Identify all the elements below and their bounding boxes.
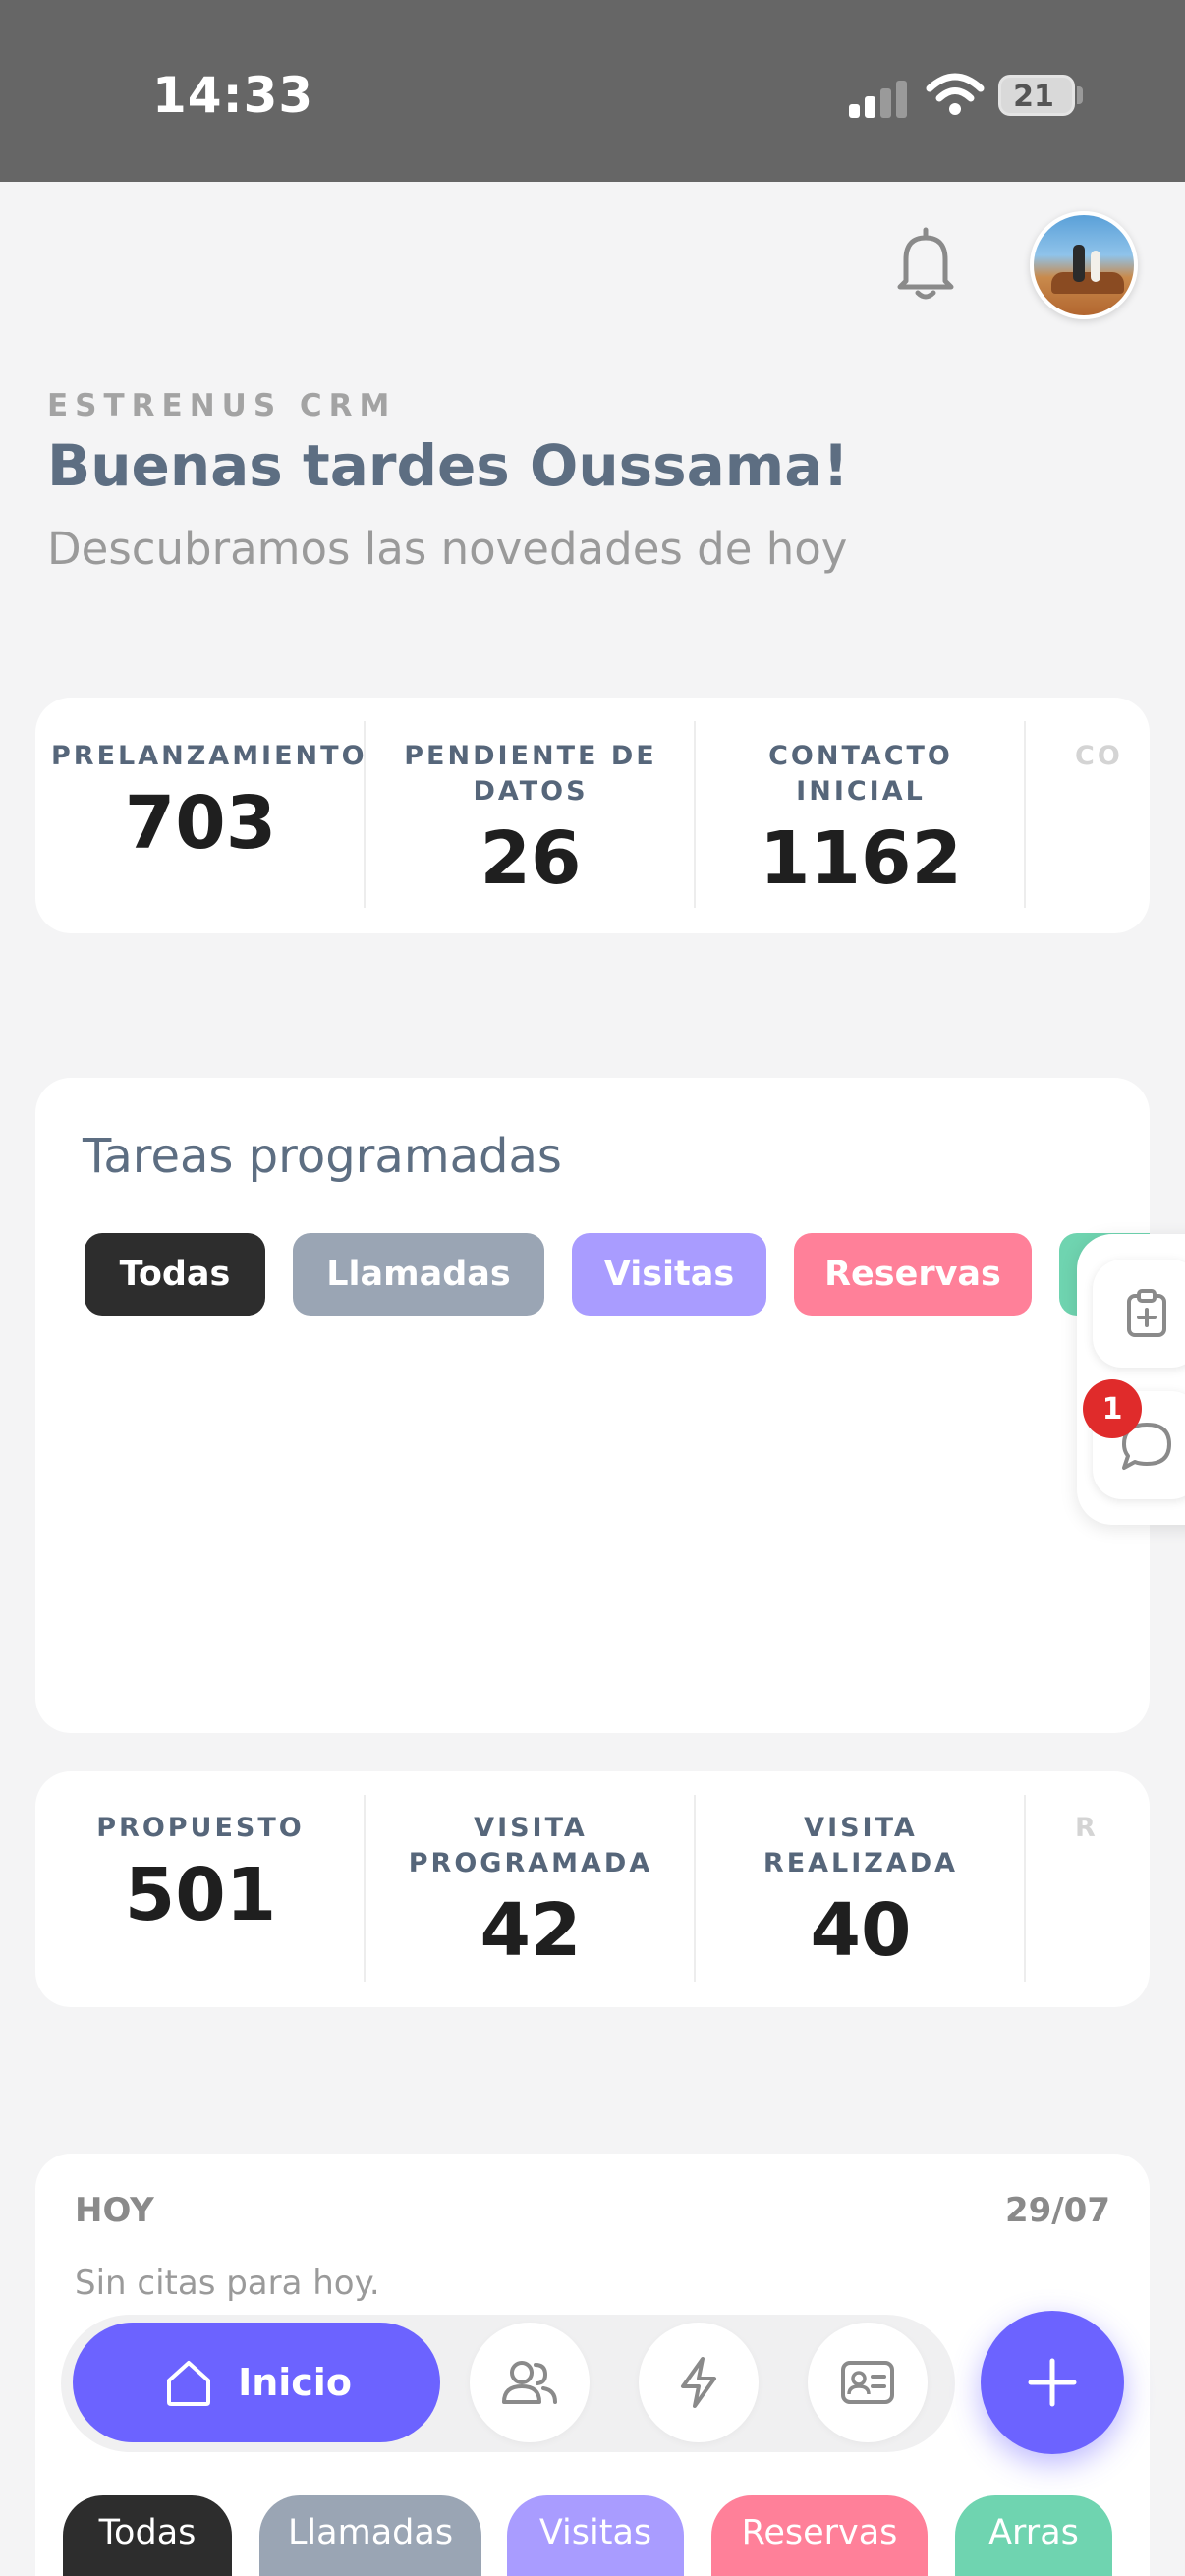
stat-label: VISITA PROGRAMADA [408, 1813, 653, 1878]
greeting-title: Buenas tardes Oussama! [47, 432, 849, 499]
stat-value: 1162 [760, 816, 962, 901]
stat-partial[interactable]: CO [1026, 721, 1150, 908]
stat-pendiente-de-datos[interactable]: PENDIENTE DE DATOS 26 [366, 721, 696, 908]
stat-contacto-inicial[interactable]: CONTACTO INICIAL 1162 [696, 721, 1026, 908]
nav-home-label: Inicio [238, 2361, 352, 2404]
stage-stats-card[interactable]: PROPUESTO 501 VISITA PROGRAMADA 42 VISIT… [35, 1771, 1150, 2007]
id-card-icon [841, 2361, 894, 2404]
status-time: 14:33 [152, 67, 314, 124]
filter-chip-todas[interactable]: Todas [85, 1233, 265, 1316]
stat-value: 501 [124, 1853, 277, 1937]
clipboard-add-icon [1127, 1289, 1166, 1337]
nav-activity-button[interactable] [639, 2323, 759, 2442]
plus-icon [1028, 2358, 1077, 2407]
stat-label: PRELANZAMIENTO [51, 741, 367, 771]
pipeline-stats-card[interactable]: PRELANZAMIENTO 703 PENDIENTE DE DATOS 26… [35, 698, 1150, 933]
stat-label: PENDIENTE DE DATOS [404, 741, 657, 807]
side-tools-panel [1077, 1234, 1185, 1525]
stat-propuesto[interactable]: PROPUESTO 501 [35, 1795, 366, 1982]
bell-icon[interactable] [890, 226, 961, 303]
today-empty-message: Sin citas para hoy. [75, 2264, 380, 2303]
today-date: 29/07 [1004, 2191, 1110, 2230]
stat-value: 26 [480, 816, 582, 901]
nav-contact-card-button[interactable] [808, 2323, 928, 2442]
battery-level: 21 [1013, 80, 1054, 114]
avatar[interactable] [1030, 211, 1138, 319]
battery-tip [1077, 86, 1083, 104]
battery-icon: 21 [998, 75, 1075, 116]
stat-partial[interactable]: R [1026, 1795, 1150, 1982]
stat-label: R [1075, 1813, 1099, 1843]
stat-visita-realizada[interactable]: VISITA REALIZADA 40 [696, 1795, 1026, 1982]
bottom-filter-arras[interactable]: Arras [955, 2495, 1112, 2576]
stat-label: CONTACTO INICIAL [768, 741, 953, 807]
greeting-subtitle: Descubramos las novedades de hoy [47, 523, 848, 575]
bottom-filter-reservas[interactable]: Reservas [711, 2495, 928, 2576]
today-label: HOY [75, 2191, 154, 2230]
bottom-filter-todas[interactable]: Todas [63, 2495, 232, 2576]
scheduled-tasks-title: Tareas programadas [83, 1129, 562, 1184]
chat-notification-badge: 1 [1083, 1379, 1142, 1438]
avatar-photo-person [1073, 245, 1085, 282]
stat-visita-programada[interactable]: VISITA PROGRAMADA 42 [366, 1795, 696, 1982]
wifi-icon [926, 73, 985, 115]
stat-label: VISITA REALIZADA [762, 1813, 959, 1878]
filter-chip-visitas[interactable]: Visitas [572, 1233, 766, 1316]
status-bar: 14:33 21 [0, 0, 1185, 182]
add-task-button[interactable] [1093, 1260, 1185, 1368]
scheduled-tasks-card: Tareas programadas Todas Llamadas Visita… [35, 1078, 1150, 1733]
nav-contacts-button[interactable] [470, 2323, 590, 2442]
users-icon [502, 2361, 557, 2404]
home-icon [167, 2361, 211, 2406]
stat-label: CO [1075, 741, 1123, 771]
stat-value: 40 [810, 1888, 912, 1973]
filter-chip-reservas[interactable]: Reservas [794, 1233, 1032, 1316]
stat-value: 703 [124, 781, 277, 866]
avatar-photo-camel [1051, 272, 1124, 294]
lightning-icon [681, 2357, 716, 2408]
cellular-signal-icon [849, 79, 908, 118]
bottom-filter-llamadas[interactable]: Llamadas [259, 2495, 481, 2576]
stat-value: 42 [480, 1888, 582, 1973]
filter-chip-llamadas[interactable]: Llamadas [293, 1233, 544, 1316]
nav-home-button[interactable]: Inicio [73, 2323, 440, 2442]
add-button[interactable] [981, 2311, 1124, 2454]
avatar-photo-person [1091, 251, 1100, 282]
app-brand: ESTRENUS CRM [47, 388, 397, 423]
stat-prelanzamiento[interactable]: PRELANZAMIENTO 703 [35, 721, 366, 908]
bottom-filter-visitas[interactable]: Visitas [507, 2495, 684, 2576]
